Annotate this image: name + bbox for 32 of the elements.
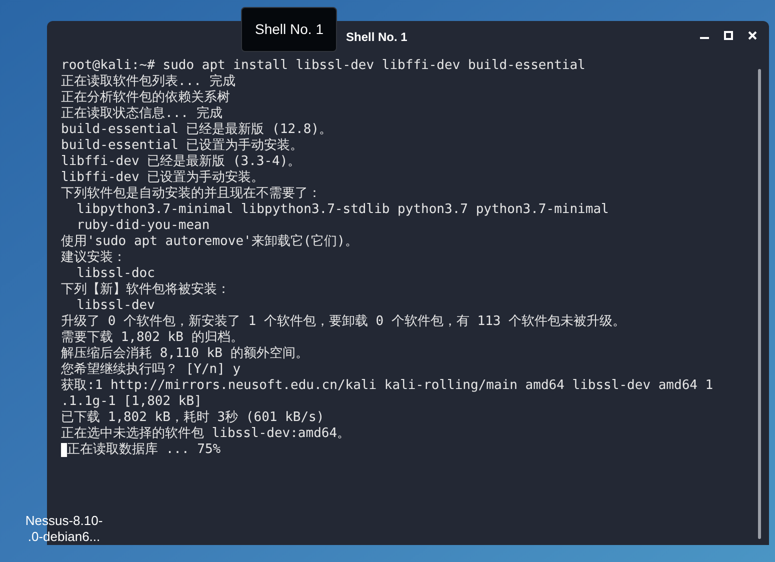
- terminal-line: 正在分析软件包的依赖关系树: [61, 90, 230, 106]
- terminal-line: build-essential 已设置为手动安装。: [61, 138, 304, 154]
- scrollbar[interactable]: [758, 69, 761, 539]
- tooltip: Shell No. 1: [241, 7, 338, 52]
- window-title: Shell No. 1: [346, 29, 408, 46]
- terminal-line: libssl-dev: [76, 298, 155, 314]
- maximize-icon: [724, 30, 732, 40]
- terminal-line: libffi-dev 已经是最新版 (3.3-4)。: [61, 154, 301, 170]
- terminal-line: .1.1g-1 [1,802 kB]: [61, 394, 202, 410]
- terminal-line: root@kali:~# sudo apt install libssl-dev libffi-dev build-essential: [61, 58, 586, 74]
- terminal-line: 正在读取状态信息... 完成: [61, 106, 222, 122]
- maximize-button[interactable]: [721, 28, 735, 42]
- terminal-line: 需要下载 1,802 kB 的归档。: [61, 330, 244, 346]
- terminal-line: 解压缩后会消耗 8,110 kB 的额外空间。: [61, 346, 308, 362]
- terminal-line: libpython3.7-minimal libpython3.7-stdlib python3.7 python3.7-minimal: [76, 202, 609, 218]
- close-icon: [748, 30, 756, 40]
- terminal-line: 已下载 1,802 kB，耗时 3秒 (601 kB/s): [61, 410, 324, 426]
- terminal-line: 下列软件包是自动安装的并且现在不需要了：: [61, 186, 321, 202]
- terminal-line: 获取:1 http://mirrors.neusoft.edu.cn/kali kali-rolling/main amd64 libssl-dev amd64 1: [61, 378, 714, 394]
- terminal-line: build-essential 已经是最新版 (12.8)。: [61, 122, 332, 138]
- terminal-line: libffi-dev 已设置为手动安装。: [61, 170, 264, 186]
- terminal-line: 您希望继续执行吗？ [Y/n] y: [61, 362, 241, 378]
- terminal-line: libssl-doc: [76, 266, 155, 282]
- terminal-line: 建议安装：: [61, 250, 126, 266]
- terminal-line: 正在选中未选择的软件包 libssl-dev:amd64。: [61, 426, 350, 442]
- terminal-line: 正在读取数据库 ... 75%: [67, 442, 221, 458]
- terminal-line: 下列【新】软件包将被安装：: [61, 282, 230, 298]
- terminal-line: 使用'sudo apt autoremove'来卸载它(它们)。: [61, 234, 358, 250]
- terminal-line: 升级了 0 个软件包，新安装了 1 个软件包，要卸载 0 个软件包，有 113 个软件包未被升级。: [61, 314, 626, 330]
- terminal-line: ruby-did-you-mean: [76, 218, 210, 234]
- minimize-icon: [700, 37, 708, 39]
- terminal-line: 正在读取软件包列表... 完成: [61, 74, 236, 90]
